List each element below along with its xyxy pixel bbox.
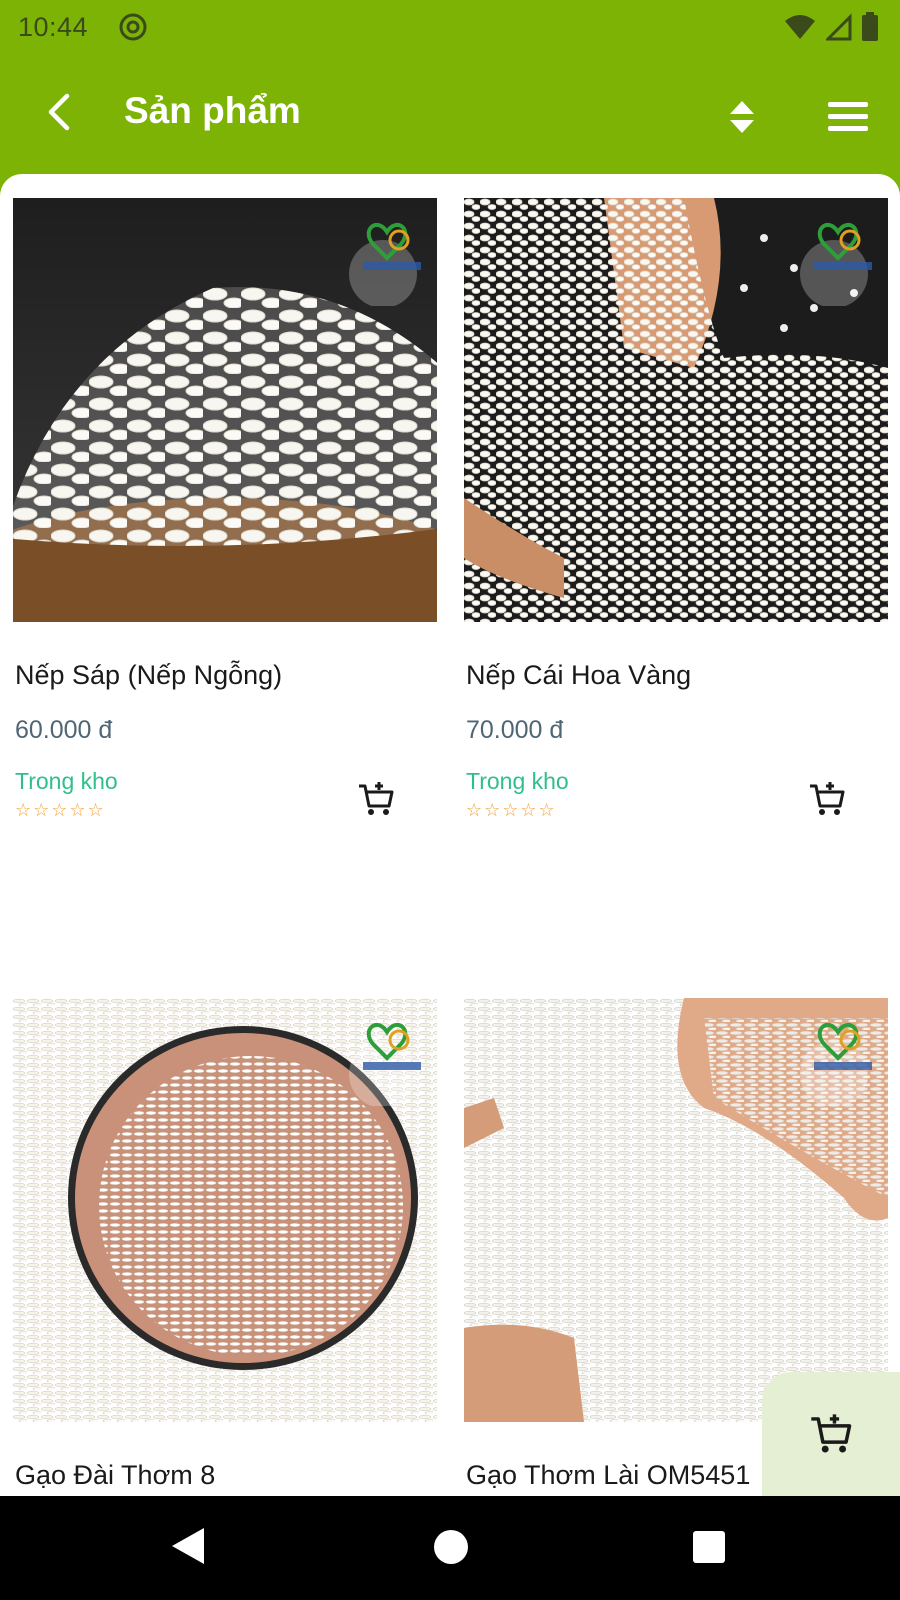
add-to-cart-icon [810, 782, 845, 815]
brand-logo-badge [800, 1023, 872, 1106]
product-image[interactable] [13, 198, 437, 622]
rating-stars: ☆☆☆☆☆ [466, 800, 557, 820]
stock-status: Trong kho [15, 768, 118, 794]
battery-icon [862, 12, 878, 41]
brand-logo-badge [349, 1023, 421, 1106]
product-grid: Nếp Sáp (Nếp Ngỗng) 60.000 đ Trong kho ☆… [0, 174, 900, 1496]
sort-icon [730, 101, 754, 133]
status-icons [784, 12, 878, 42]
nav-recents-icon[interactable] [693, 1531, 725, 1563]
page-title: Sản phẩm [124, 90, 301, 131]
product-image[interactable] [13, 998, 437, 1422]
brand-logo-badge [349, 223, 421, 306]
sort-button[interactable] [712, 87, 772, 147]
rating-stars: ☆☆☆☆☆ [15, 800, 106, 820]
status-time: 10:44 [18, 12, 89, 42]
back-arrow-icon [48, 93, 70, 131]
product-card[interactable]: Nếp Sáp (Nếp Ngỗng) 60.000 đ Trong kho ☆… [13, 198, 437, 838]
status-bar: 10:44 [0, 0, 900, 52]
add-to-cart-button[interactable] [804, 776, 850, 822]
product-name: Gạo Thơm Lài OM5451 [466, 1460, 751, 1490]
product-card[interactable]: Nếp Cái Hoa Vàng 70.000 đ Trong kho ☆☆☆☆… [464, 198, 888, 838]
product-name: Gạo Đài Thơm 8 [15, 1460, 216, 1490]
cellular-signal-icon [826, 13, 852, 41]
product-image[interactable] [464, 198, 888, 622]
wifi-icon [785, 15, 815, 39]
product-price: 70.000 đ [466, 716, 564, 744]
system-nav-bar [0, 1496, 900, 1600]
do-not-disturb-icon [119, 13, 147, 41]
menu-button[interactable] [818, 87, 878, 147]
app-bar: Sản phẩm [0, 52, 900, 174]
add-to-cart-icon [811, 1414, 852, 1453]
nav-home-icon[interactable] [434, 1530, 468, 1564]
brand-logo-badge [800, 223, 872, 306]
product-name: Nếp Cái Hoa Vàng [466, 660, 692, 690]
product-name: Nếp Sáp (Nếp Ngỗng) [15, 660, 283, 690]
nav-back-icon[interactable] [170, 1526, 206, 1566]
add-to-cart-button[interactable] [353, 776, 399, 822]
cart-fab-button[interactable] [762, 1372, 900, 1496]
product-image[interactable] [464, 998, 888, 1422]
hamburger-menu-icon [828, 102, 868, 131]
stock-status: Trong kho [466, 768, 569, 794]
product-price: 60.000 đ [15, 716, 113, 744]
back-button[interactable] [28, 82, 88, 142]
add-to-cart-icon [359, 782, 394, 815]
product-card[interactable]: Gạo Đài Thơm 8 [13, 998, 437, 1496]
